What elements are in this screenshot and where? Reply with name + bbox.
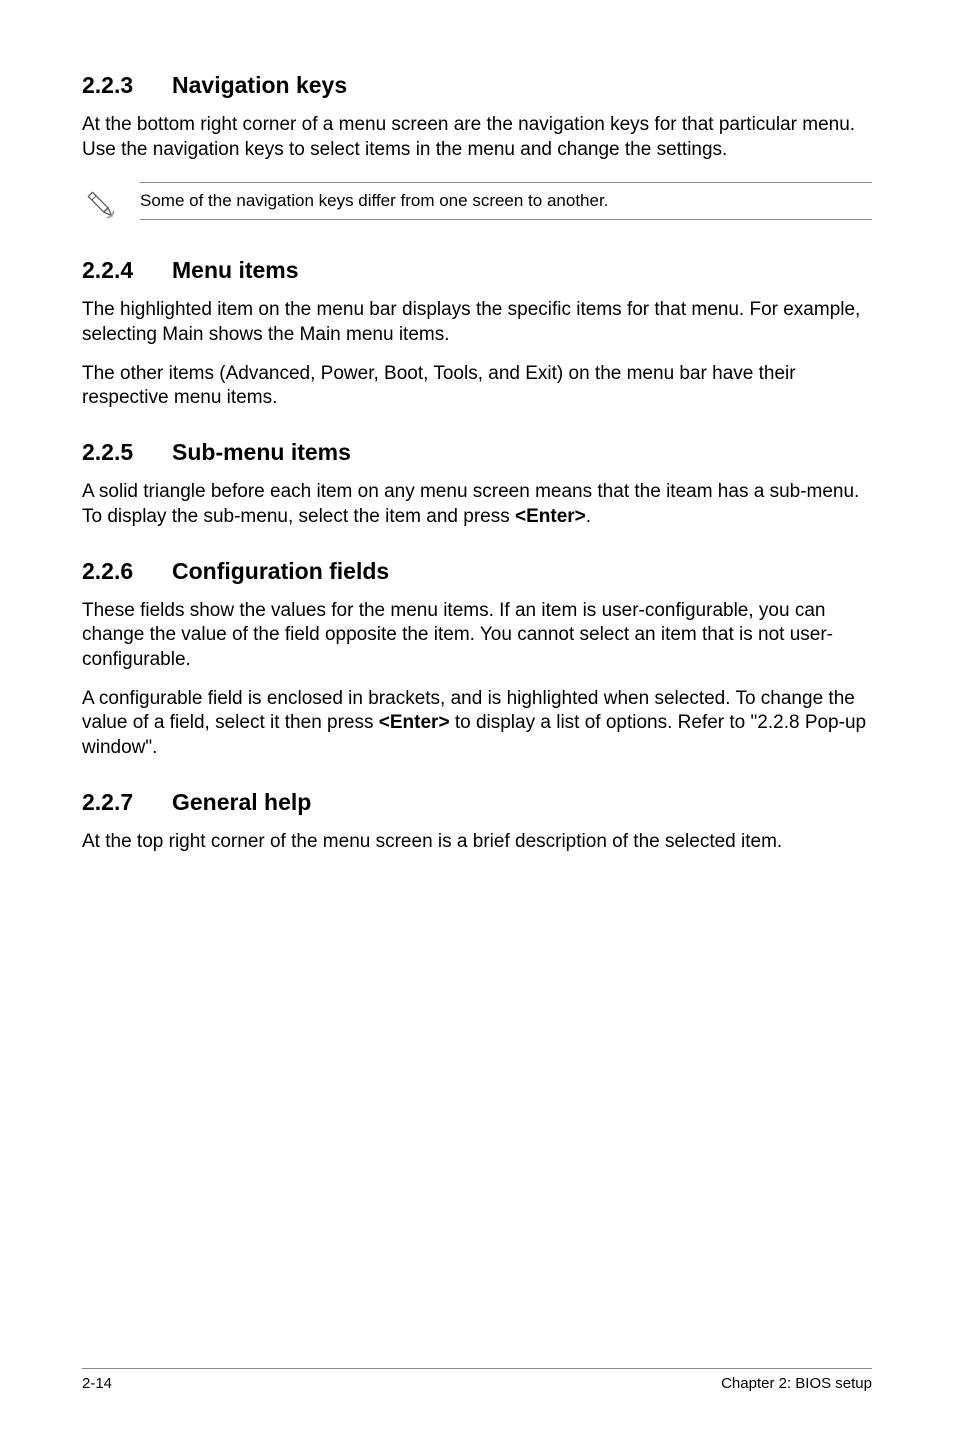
section-heading: 2.2.4 Menu items (82, 257, 872, 284)
chapter-label: Chapter 2: BIOS setup (721, 1375, 872, 1392)
text-bold: <Enter> (515, 506, 586, 527)
section-number: 2.2.3 (82, 72, 172, 99)
paragraph: The other items (Advanced, Power, Boot, … (82, 362, 872, 411)
section-heading: 2.2.7 General help (82, 789, 872, 816)
section-title: Sub-menu items (172, 439, 351, 466)
section-number: 2.2.4 (82, 257, 172, 284)
section-number: 2.2.7 (82, 789, 172, 816)
section-number: 2.2.6 (82, 558, 172, 585)
section-title: Configuration fields (172, 558, 389, 585)
paragraph: A configurable field is enclosed in brac… (82, 687, 872, 761)
paragraph: These fields show the values for the men… (82, 599, 872, 673)
section-2-2-3: 2.2.3 Navigation keys At the bottom righ… (82, 72, 872, 229)
pencil-icon (82, 182, 140, 229)
section-2-2-4: 2.2.4 Menu items The highlighted item on… (82, 257, 872, 411)
section-title: Menu items (172, 257, 299, 284)
page-footer: 2-14 Chapter 2: BIOS setup (82, 1368, 872, 1392)
section-2-2-5: 2.2.5 Sub-menu items A solid triangle be… (82, 439, 872, 529)
paragraph: A solid triangle before each item on any… (82, 480, 872, 529)
note-text: Some of the navigation keys differ from … (140, 182, 872, 220)
section-title: General help (172, 789, 311, 816)
section-2-2-7: 2.2.7 General help At the top right corn… (82, 789, 872, 855)
text-suffix: . (586, 506, 591, 527)
paragraph: At the bottom right corner of a menu scr… (82, 113, 872, 162)
note-box: Some of the navigation keys differ from … (82, 182, 872, 229)
paragraph: At the top right corner of the menu scre… (82, 830, 872, 855)
section-title: Navigation keys (172, 72, 347, 99)
section-heading: 2.2.5 Sub-menu items (82, 439, 872, 466)
text-bold: <Enter> (379, 712, 450, 733)
page-number: 2-14 (82, 1375, 112, 1392)
section-2-2-6: 2.2.6 Configuration fields These fields … (82, 558, 872, 761)
text-prefix: A solid triangle before each item on any… (82, 481, 859, 527)
section-heading: 2.2.3 Navigation keys (82, 72, 872, 99)
section-number: 2.2.5 (82, 439, 172, 466)
paragraph: The highlighted item on the menu bar dis… (82, 298, 872, 347)
section-heading: 2.2.6 Configuration fields (82, 558, 872, 585)
